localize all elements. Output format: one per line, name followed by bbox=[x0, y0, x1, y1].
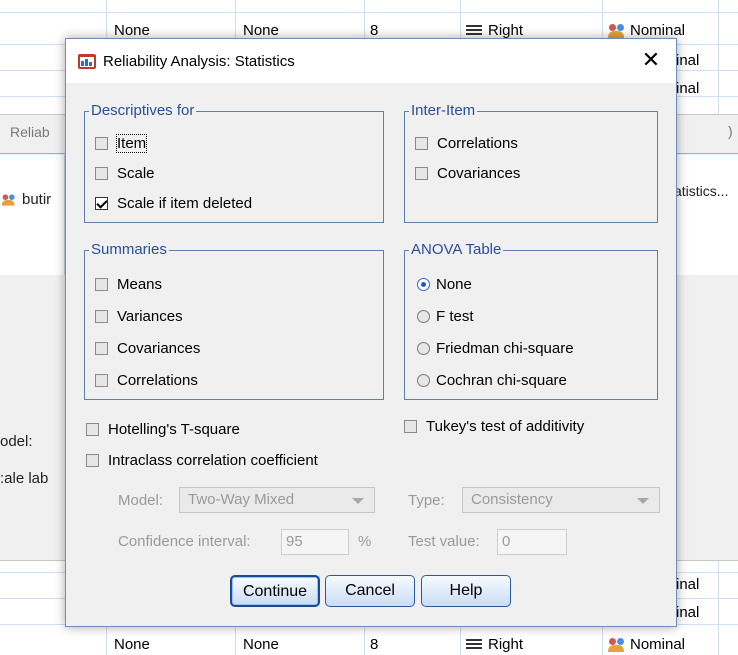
checkmark-icon bbox=[95, 197, 108, 210]
table-cell[interactable]: inal bbox=[676, 52, 699, 69]
scale-if-item-deleted-checkbox[interactable]: Scale if item deleted bbox=[95, 195, 252, 212]
variances-checkbox[interactable]: Variances bbox=[95, 308, 183, 325]
inter-item-group: Inter-Item Correlations Covariances bbox=[404, 102, 658, 223]
dialog-title: Reliability Analysis: Statistics bbox=[103, 53, 295, 70]
percent-label: % bbox=[358, 533, 372, 550]
radio-selected-icon bbox=[417, 278, 430, 291]
anova-cochran-radio[interactable]: Cochran chi-square bbox=[417, 372, 567, 389]
table-cell[interactable]: Nominal bbox=[608, 636, 685, 653]
checkbox-icon bbox=[95, 342, 108, 355]
variable-item[interactable]: butir bbox=[0, 191, 51, 208]
table-cell[interactable]: inal bbox=[676, 80, 699, 97]
nominal-icon bbox=[608, 23, 626, 39]
correlations-checkbox[interactable]: Correlations bbox=[415, 135, 518, 152]
scale-checkbox[interactable]: Scale bbox=[95, 165, 155, 182]
radio-icon bbox=[417, 342, 430, 355]
inter-item-legend: Inter-Item bbox=[409, 102, 478, 119]
descriptives-legend: Descriptives for bbox=[89, 102, 197, 119]
confidence-interval-input[interactable]: 95 bbox=[281, 529, 349, 555]
nominal-icon bbox=[608, 637, 626, 653]
checkbox-icon bbox=[95, 278, 108, 291]
chevron-down-icon bbox=[352, 498, 364, 504]
anova-none-radio[interactable]: None bbox=[417, 276, 472, 293]
model-dropdown[interactable]: Two-Way Mixed bbox=[179, 487, 375, 513]
summaries-group: Summaries Means Variances Covariances Co… bbox=[84, 241, 384, 400]
spss-app-icon bbox=[78, 54, 96, 69]
scale-label: :ale lab bbox=[0, 470, 49, 487]
test-value-input[interactable]: 0 bbox=[497, 529, 567, 555]
table-cell[interactable]: inal bbox=[676, 576, 699, 593]
summary-correlations-checkbox[interactable]: Correlations bbox=[95, 372, 198, 389]
radio-icon bbox=[417, 310, 430, 323]
descriptives-group: Descriptives for Item Scale Scale if ite… bbox=[84, 102, 384, 223]
table-cell[interactable]: Nominal bbox=[608, 22, 685, 39]
checkbox-icon bbox=[95, 167, 108, 180]
table-cell[interactable]: Right bbox=[466, 636, 523, 653]
type-dropdown[interactable]: Consistency bbox=[462, 487, 660, 513]
table-cell[interactable]: None bbox=[243, 22, 279, 39]
anova-f-test-radio[interactable]: F test bbox=[417, 308, 474, 325]
model-label: Model: bbox=[118, 492, 164, 509]
variable-list[interactable]: butir bbox=[0, 155, 65, 275]
anova-table-group: ANOVA Table None F test Friedman chi-squ… bbox=[404, 241, 658, 400]
checkbox-icon bbox=[415, 167, 428, 180]
reliability-statistics-dialog: Reliability Analysis: Statistics ✕ Descr… bbox=[65, 38, 677, 627]
scale-variable-icon bbox=[1, 194, 16, 207]
dialog-titlebar[interactable]: Reliability Analysis: Statistics ✕ bbox=[66, 39, 676, 83]
tukeys-test-checkbox[interactable]: Tukey's test of additivity bbox=[404, 418, 584, 435]
table-cell[interactable]: None bbox=[243, 636, 279, 653]
table-cell[interactable]: 8 bbox=[370, 22, 378, 39]
confidence-interval-label: Confidence interval: bbox=[118, 533, 251, 550]
covariances-checkbox[interactable]: Covariances bbox=[415, 165, 520, 182]
checkbox-icon bbox=[86, 454, 99, 467]
grid-line bbox=[0, 12, 738, 13]
test-value-label: Test value: bbox=[408, 533, 480, 550]
means-checkbox[interactable]: Means bbox=[95, 276, 162, 293]
type-label: Type: bbox=[408, 492, 445, 509]
model-label: odel: bbox=[0, 433, 33, 450]
checkbox-icon bbox=[95, 137, 108, 150]
checkbox-icon bbox=[86, 423, 99, 436]
anova-legend: ANOVA Table bbox=[409, 241, 504, 258]
continue-button[interactable]: Continue bbox=[230, 575, 320, 607]
table-cell[interactable]: None bbox=[114, 636, 150, 653]
cancel-button[interactable]: Cancel bbox=[325, 575, 415, 607]
checkbox-icon bbox=[95, 374, 108, 387]
hotellings-t-square-checkbox[interactable]: Hotelling's T-square bbox=[86, 421, 240, 438]
table-cell[interactable]: None bbox=[114, 22, 150, 39]
align-right-icon bbox=[466, 25, 482, 38]
help-button[interactable]: Help bbox=[421, 575, 511, 607]
checkbox-icon bbox=[95, 310, 108, 323]
summary-covariances-checkbox[interactable]: Covariances bbox=[95, 340, 200, 357]
parent-close-icon[interactable]: ) bbox=[728, 123, 733, 139]
parent-dialog-title: Reliab bbox=[10, 124, 50, 140]
anova-friedman-radio[interactable]: Friedman chi-square bbox=[417, 340, 574, 357]
statistics-button[interactable]: atistics... bbox=[674, 183, 728, 199]
table-cell[interactable]: 8 bbox=[370, 636, 378, 653]
chevron-down-icon bbox=[637, 498, 649, 504]
table-cell[interactable]: inal bbox=[676, 604, 699, 621]
close-icon[interactable]: ✕ bbox=[636, 45, 666, 75]
item-checkbox[interactable]: Item bbox=[95, 134, 148, 153]
intraclass-correlation-checkbox[interactable]: Intraclass correlation coefficient bbox=[86, 452, 318, 469]
checkbox-icon bbox=[415, 137, 428, 150]
radio-icon bbox=[417, 374, 430, 387]
checkbox-icon bbox=[404, 420, 417, 433]
table-cell[interactable]: Right bbox=[466, 22, 523, 39]
align-right-icon bbox=[466, 639, 482, 652]
summaries-legend: Summaries bbox=[89, 241, 169, 258]
